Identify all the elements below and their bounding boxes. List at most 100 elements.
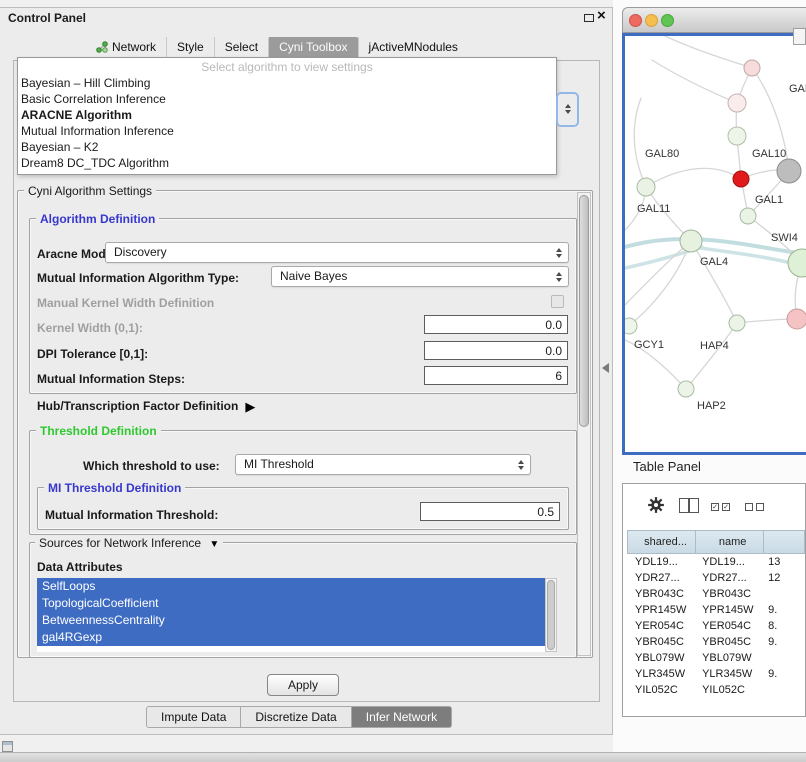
table-row[interactable]: YBL079WYBL079W [627, 650, 805, 666]
table-row[interactable]: YIL052CYIL052C [627, 682, 805, 698]
aracne-mode-select[interactable]: Discovery [105, 242, 569, 263]
node-label-hap2: HAP2 [697, 400, 726, 412]
network-node[interactable] [777, 159, 801, 183]
algorithm-option-bayesian-k2[interactable]: Bayesian – K2 [18, 139, 556, 155]
attribute-item-selfloops[interactable]: SelfLoops [37, 578, 545, 595]
panel-collapse-handle[interactable] [602, 363, 609, 373]
data-attributes-list[interactable]: SelfLoopsTopologicalCoefficientBetweenne… [37, 578, 545, 652]
table-cell: YPR145W [696, 602, 764, 618]
tab-label: Network [112, 40, 156, 54]
network-node[interactable] [728, 127, 746, 145]
which-threshold-value: MI Threshold [244, 457, 314, 471]
table-row[interactable]: YPR145WYPR145W9. [627, 602, 805, 618]
settings-gear-icon[interactable] [647, 496, 665, 514]
mi-algorithm-type-select[interactable]: Naive Bayes [271, 266, 569, 287]
apply-button[interactable]: Apply [267, 674, 339, 696]
table-row[interactable]: YDR27...YDR27...12 [627, 570, 805, 586]
tab-style[interactable]: Style [166, 37, 214, 57]
tab-select[interactable]: Select [214, 37, 268, 57]
window-title: Control Panel [8, 11, 86, 25]
network-node[interactable] [625, 318, 637, 334]
column-view-icon[interactable] [679, 498, 699, 513]
column-header-name[interactable]: name [696, 530, 764, 554]
stepper-icon [565, 104, 571, 114]
algorithm-option-mutual-information-inference[interactable]: Mutual Information Inference [18, 123, 556, 139]
tab-jactivemnodules[interactable]: jActiveMNodules [358, 37, 468, 57]
which-threshold-select[interactable]: MI Threshold [235, 454, 531, 475]
network-node[interactable] [744, 60, 760, 76]
network-edge [686, 323, 737, 389]
column-header-shared[interactable]: shared... [627, 530, 696, 554]
table-row[interactable]: YDL19...YDL19...13 [627, 554, 805, 570]
zoom-button[interactable] [661, 14, 674, 27]
network-node[interactable] [680, 230, 702, 252]
network-node[interactable] [678, 381, 694, 397]
table-panel-window: ✓ ✓ shared...name YDL19...YDL19...13YDR2… [622, 483, 806, 717]
scrollbar-thumb[interactable] [547, 580, 555, 650]
table-cell: YBR045C [627, 634, 696, 650]
tab-cyni-toolbox[interactable]: Cyni Toolbox [268, 37, 357, 57]
node-label-gal4: GAL4 [700, 256, 728, 268]
network-node[interactable] [729, 315, 745, 331]
table-cell: YIL052C [627, 682, 696, 698]
status-bar [0, 752, 806, 762]
column-header-col2[interactable] [764, 530, 805, 554]
attribute-item-betweennesscentrality[interactable]: BetweennessCentrality [37, 612, 545, 629]
algorithm-option-dream8-dc-tdc-algorithm[interactable]: Dream8 DC_TDC Algorithm [18, 155, 556, 171]
table-cell: YBL079W [696, 650, 764, 666]
network-node[interactable] [728, 94, 746, 112]
attribute-item-gal4rgexp[interactable]: gal4RGexp [37, 629, 545, 646]
close-icon[interactable]: × [597, 8, 606, 23]
table-cell: YBL079W [627, 650, 696, 666]
table-cell: YIL052C [696, 682, 764, 698]
network-scrollbar-stub[interactable] [793, 28, 806, 45]
scrollbar-thumb[interactable] [579, 195, 589, 427]
docked-panel-icon[interactable] [2, 741, 13, 752]
network-node[interactable] [733, 171, 749, 187]
tab-label: jActiveMNodules [369, 40, 458, 54]
tab-label: Style [177, 40, 204, 54]
hub-definition-label: Hub/Transcription Factor Definition [37, 399, 238, 413]
bottom-tab-impute-data[interactable]: Impute Data [146, 706, 241, 728]
hub-definition-expander[interactable]: Hub/Transcription Factor Definition ▶ [37, 399, 255, 413]
attributes-scrollbar[interactable] [545, 578, 557, 652]
algorithm-option-bayesian-hill-climbing[interactable]: Bayesian – Hill Climbing [18, 75, 556, 91]
mi-threshold-input[interactable] [420, 502, 560, 521]
float-window-icon[interactable] [584, 14, 594, 22]
close-button[interactable] [629, 14, 642, 27]
sources-expander[interactable]: Sources for Network Inference ▼ [35, 536, 223, 550]
table-row[interactable]: YBR043CYBR043C [627, 586, 805, 602]
bottom-tab-discretize-data[interactable]: Discretize Data [241, 706, 351, 728]
table-row[interactable]: YBR045CYBR045C9. [627, 634, 805, 650]
screen: Control Panel × Network Style Select Cyni T… [0, 0, 806, 762]
table-row[interactable]: YLR345WYLR345W9. [627, 666, 805, 682]
node-label-hap4: HAP4 [700, 340, 729, 352]
minimize-button[interactable] [645, 14, 658, 27]
select-all-icon[interactable]: ✓ ✓ [711, 503, 730, 511]
tab-label: Select [225, 40, 258, 54]
network-icon [96, 41, 108, 53]
threshold-definition-title: Threshold Definition [36, 424, 161, 438]
network-window-titlebar[interactable] [622, 7, 806, 33]
mi-steps-label: Mutual Information Steps: [37, 372, 185, 386]
network-node[interactable] [787, 309, 806, 329]
dpi-tolerance-label: DPI Tolerance [0,1]: [37, 347, 148, 361]
table-row[interactable]: YER054CYER054C8. [627, 618, 805, 634]
attribute-item-topologicalcoefficient[interactable]: TopologicalCoefficient [37, 595, 545, 612]
table-cell: 9. [764, 666, 805, 682]
network-node[interactable] [637, 178, 655, 196]
mi-steps-input[interactable] [424, 366, 568, 385]
bottom-tab-infer-network[interactable]: Infer Network [352, 706, 452, 728]
algorithm-option-aracne-algorithm[interactable]: ARACNE Algorithm [18, 107, 556, 123]
table-cell: 12 [764, 570, 805, 586]
dpi-tolerance-input[interactable] [424, 341, 568, 360]
network-edge [646, 168, 741, 187]
deselect-all-icon[interactable] [745, 503, 764, 511]
tab-network[interactable]: Network [86, 37, 166, 57]
settings-scrollbar[interactable] [577, 192, 591, 656]
algorithm-select-fragment[interactable] [556, 92, 579, 127]
table-cell: YER054C [696, 618, 764, 634]
algorithm-option-basic-correlation-inference[interactable]: Basic Correlation Inference [18, 91, 556, 107]
network-node[interactable] [740, 208, 756, 224]
node-label-gal80: GAL80 [645, 148, 679, 160]
